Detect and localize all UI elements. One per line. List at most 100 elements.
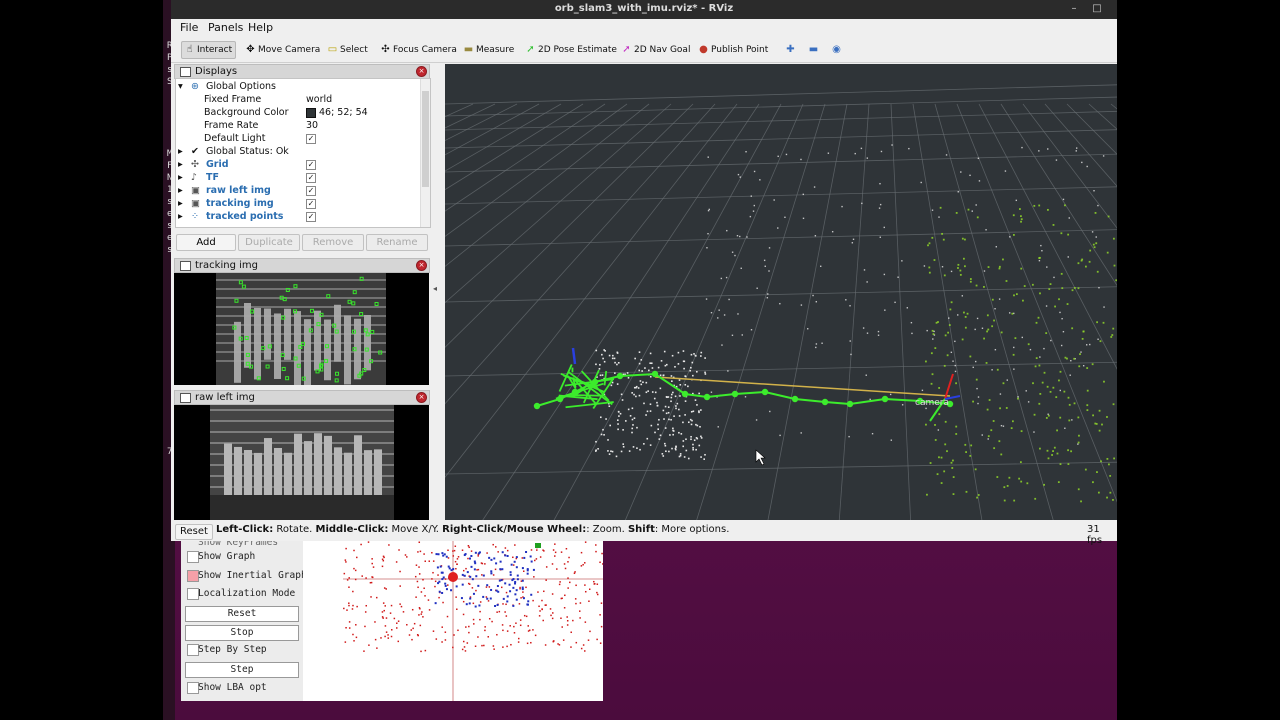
map-point	[481, 574, 483, 576]
step-button[interactable]: Step	[185, 662, 299, 678]
tracked-points-checkbox[interactable]: ✓	[306, 212, 316, 222]
tree-scrollbar[interactable]	[420, 79, 430, 227]
close-icon[interactable]: ×	[416, 66, 427, 77]
publish-point-tool[interactable]: ● Publish Point	[696, 42, 771, 58]
map-point	[506, 645, 508, 648]
close-icon[interactable]: ×	[416, 260, 427, 271]
rename-display-button[interactable]: Rename	[366, 234, 428, 251]
map-point	[472, 602, 475, 605]
collapse-left-arrow-icon[interactable]: ◂	[433, 284, 437, 293]
show-inertial-graph-label: Show Inertial Graph	[198, 570, 307, 581]
map-point	[692, 410, 695, 413]
map-point	[952, 360, 954, 362]
map-point	[1020, 267, 1023, 270]
map-point	[527, 625, 530, 627]
map-point	[950, 351, 953, 354]
map-point	[620, 450, 623, 453]
fixed-frame-value[interactable]: world	[306, 93, 332, 106]
keyframe-point	[435, 553, 438, 556]
map-point	[1110, 336, 1113, 338]
color-swatch[interactable]	[306, 108, 316, 118]
map-point	[988, 399, 991, 401]
tree-row-fixed-frame[interactable]: Fixed Frame world	[176, 93, 416, 106]
image-icon: ▣	[191, 185, 200, 196]
move-camera-tool[interactable]: ✥ Move Camera	[243, 42, 323, 58]
tree-row-tf[interactable]: ▸ ♪ TF ✓	[176, 171, 416, 184]
raw-left-img-panel-title: raw left img	[195, 392, 255, 403]
duplicate-display-button[interactable]: Duplicate	[238, 234, 300, 251]
map-point	[1067, 256, 1069, 258]
map-point	[938, 456, 940, 459]
select-tool[interactable]: ▭ Select	[325, 42, 371, 58]
stop-button[interactable]: Stop	[185, 625, 299, 641]
tool-options-button[interactable]: ◉	[829, 42, 847, 58]
close-icon[interactable]: ×	[416, 392, 427, 403]
map-point	[985, 362, 988, 364]
tracking-img-checkbox[interactable]: ✓	[306, 199, 316, 209]
collapsed-arrow-icon[interactable]: ▸	[178, 158, 183, 171]
green-arrow-icon: ➚	[526, 44, 535, 55]
map-point	[602, 563, 603, 565]
expand-arrow-icon[interactable]: ▾	[178, 80, 183, 93]
map-point	[879, 203, 882, 206]
focus-camera-tool[interactable]: ✣ Focus Camera	[378, 42, 460, 58]
default-light-checkbox[interactable]: ✓	[306, 134, 316, 144]
map-point	[1089, 343, 1091, 346]
add-tool-button[interactable]: ✚	[783, 42, 801, 58]
tf-checkbox[interactable]: ✓	[306, 173, 316, 183]
keyframe-point	[499, 568, 502, 571]
remove-tool-button[interactable]: ▬	[806, 42, 824, 58]
map-point	[1096, 471, 1098, 473]
grid-checkbox[interactable]: ✓	[306, 160, 316, 170]
map-point	[990, 429, 993, 432]
map-point	[354, 578, 357, 581]
interact-tool[interactable]: ☝ Interact	[181, 41, 237, 59]
map-point	[678, 415, 681, 417]
measure-tool[interactable]: ▬ Measure	[461, 42, 517, 58]
map-point	[812, 294, 814, 297]
collapsed-arrow-icon[interactable]: ▸	[178, 171, 183, 184]
tree-row-global-options[interactable]: ▾ ⊛ Global Options	[176, 80, 416, 93]
pangolin-map-view[interactable]	[303, 541, 603, 701]
map-point	[663, 350, 666, 353]
tree-row-global-status[interactable]: ▸ ✔ Global Status: Ok	[176, 145, 416, 158]
map-point	[1020, 215, 1022, 218]
map-point	[863, 269, 866, 271]
scrollbar-thumb[interactable]	[422, 91, 429, 187]
background-color-value[interactable]: 46; 52; 54	[319, 106, 368, 119]
tree-row-frame-rate[interactable]: Frame Rate 30	[176, 119, 416, 132]
tree-row-default-light[interactable]: Default Light ✓	[176, 132, 416, 145]
frame-rate-value[interactable]: 30	[306, 119, 318, 132]
maximize-button[interactable]: □	[1090, 2, 1104, 16]
remove-display-button[interactable]: Remove	[302, 234, 364, 251]
tree-row-background-color[interactable]: Background Color 46; 52; 54	[176, 106, 416, 119]
collapsed-arrow-icon[interactable]: ▸	[178, 197, 183, 210]
collapsed-arrow-icon[interactable]: ▸	[178, 145, 183, 158]
nav-goal-tool[interactable]: ➚ 2D Nav Goal	[619, 42, 693, 58]
map-point	[1094, 212, 1097, 214]
pose-estimate-tool[interactable]: ➚ 2D Pose Estimate	[523, 42, 620, 58]
raw-left-img-checkbox[interactable]: ✓	[306, 186, 316, 196]
3d-render-view[interactable]: camera	[445, 64, 1117, 520]
collapsed-arrow-icon[interactable]: ▸	[178, 210, 183, 223]
reset-button[interactable]: Reset	[185, 606, 299, 622]
map-point	[1080, 500, 1082, 503]
add-display-button[interactable]: Add	[176, 234, 236, 251]
tree-row-raw-left-img[interactable]: ▸ ▣ raw left img ✓	[176, 184, 416, 197]
menu-help[interactable]: Help	[248, 21, 273, 34]
tree-row-grid[interactable]: ▸ ✣ Grid ✓	[176, 158, 416, 171]
map-point	[946, 450, 948, 453]
minimize-button[interactable]: –	[1067, 2, 1081, 16]
map-point	[617, 423, 619, 425]
map-point	[687, 385, 689, 388]
map-point	[456, 558, 459, 560]
tree-row-tracking-img[interactable]: ▸ ▣ tracking img ✓	[176, 197, 416, 210]
tree-row-tracked-points[interactable]: ▸ ⁘ tracked points ✓	[176, 210, 416, 223]
menu-file[interactable]: File	[180, 21, 198, 34]
map-point	[670, 393, 673, 396]
map-point	[897, 276, 899, 278]
menu-panels[interactable]: Panels	[208, 21, 243, 34]
map-point	[1029, 348, 1032, 351]
collapsed-arrow-icon[interactable]: ▸	[178, 184, 183, 197]
reset-view-button[interactable]: Reset	[175, 524, 213, 540]
